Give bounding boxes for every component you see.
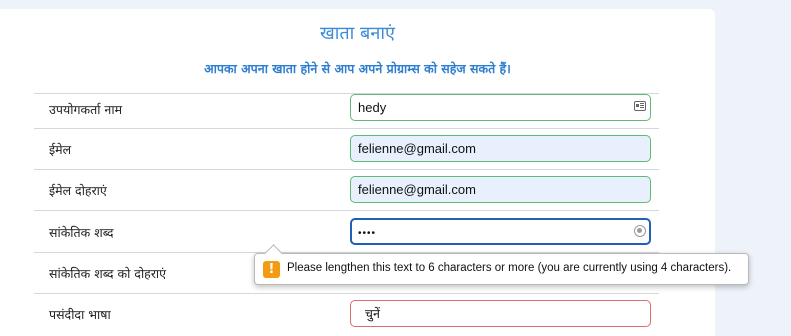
password-label: सांकेतिक शब्द (49, 225, 114, 240)
password-value: •••• (358, 228, 377, 239)
username-label: उपयोगकर्ता नाम (49, 102, 123, 117)
password-repeat-label: सांकेतिक शब्द को दोहराएं (49, 266, 167, 281)
validation-message: Please lengthen this text to 6 character… (287, 262, 732, 274)
email-value: felienne@gmail.com (358, 141, 476, 156)
language-select[interactable]: चुनें (350, 300, 651, 327)
password-reveal-icon[interactable] (634, 225, 646, 237)
warning-icon: ! (263, 261, 280, 278)
email-repeat-input[interactable]: felienne@gmail.com (350, 176, 651, 203)
email-input[interactable]: felienne@gmail.com (350, 135, 651, 162)
username-input[interactable]: hedy (350, 94, 651, 121)
language-select-value: चुनें (365, 306, 380, 321)
page-subtitle: आपका अपना खाता होने से आप अपने प्रोग्राम… (204, 61, 511, 76)
username-value: hedy (358, 100, 387, 115)
page-title: खाता बनाएं (320, 23, 395, 44)
language-label: पसंदीदा भाषा (49, 307, 111, 322)
contact-card-icon[interactable] (634, 101, 646, 111)
email-repeat-value: felienne@gmail.com (358, 182, 476, 197)
email-label: ईमेल (49, 142, 72, 157)
password-input[interactable]: •••• (350, 218, 651, 245)
email-repeat-label: ईमेल दोहराएं (49, 183, 107, 198)
validation-tooltip: ! Please lengthen this text to 6 charact… (254, 253, 749, 285)
